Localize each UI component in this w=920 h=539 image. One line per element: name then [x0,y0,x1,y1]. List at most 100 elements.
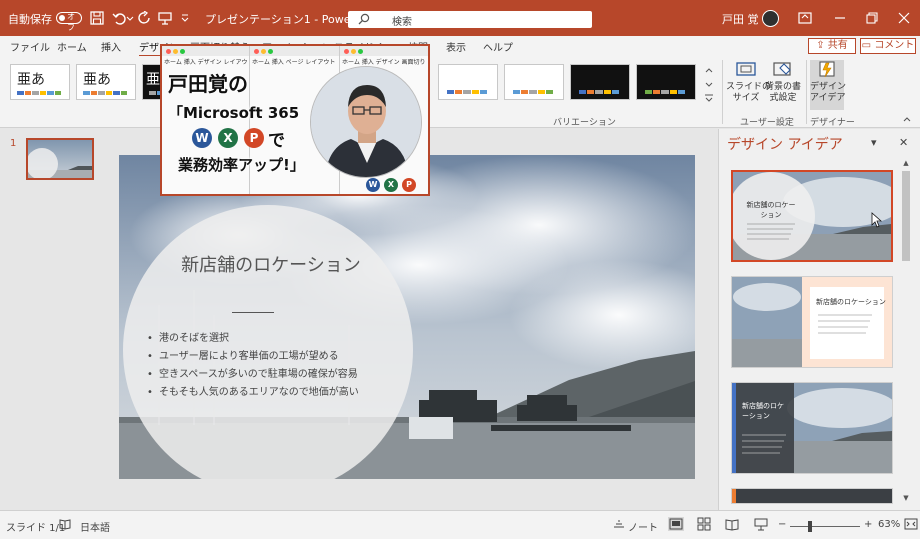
variant-color-swatch [455,90,463,94]
autosave-toggle[interactable]: オフ [56,12,82,32]
slide-thumbnail[interactable] [26,138,94,180]
designer-group-label: デザイナー [810,118,855,128]
accessibility-icon[interactable] [58,517,72,531]
mini-window-titlebar [250,46,339,56]
tab-file[interactable]: ファイル [10,39,50,54]
zoom-slider-thumb[interactable] [808,521,812,532]
format-background-icon [773,62,791,76]
mini-window-titlebar [162,46,249,56]
pane-scrollbar[interactable]: ▲ ▼ [901,159,911,504]
format-background-button[interactable]: 背景の書 式設定 [764,60,802,110]
restore-icon[interactable] [864,10,880,26]
variant-color-swatch [579,90,587,94]
design-idea-image [732,489,892,503]
theme-color-swatch [24,91,31,95]
variant-color-swatch [661,90,669,94]
language[interactable]: 日本語 [80,519,110,534]
slide-sorter-icon[interactable] [697,517,711,531]
scroll-thumb[interactable] [902,171,910,261]
share-icon: ⇪ [816,40,828,51]
design-ideas-icon [819,61,835,78]
theme-colors [83,91,127,95]
fit-to-window-icon[interactable] [904,517,918,531]
theme-name: 亜あ [17,72,45,88]
redo-icon[interactable] [138,11,152,25]
mini-window-titlebar [340,46,428,56]
pane-options-icon[interactable]: ▾ [871,136,877,149]
zoom-out-icon[interactable]: − [778,519,786,530]
collapse-ribbon-icon[interactable] [902,114,912,124]
variant-thumb-2[interactable] [504,64,564,100]
mini-window-dot [358,49,363,54]
variants-scroll-icon[interactable] [703,64,715,102]
mini-window-dot [261,49,266,54]
undo-icon[interactable] [112,11,126,25]
user-name[interactable]: 戸田 覚 [722,11,759,27]
design-ideas-button[interactable]: デザイン アイデア [810,60,846,110]
design-idea-4[interactable] [731,488,893,504]
theme-color-swatch [17,91,24,95]
save-icon[interactable] [90,11,104,25]
design-idea-text: 新店舗のロケーション [746,201,796,219]
variant-color-swatch [545,90,554,94]
zoom-level[interactable]: 63% [878,519,900,530]
tab-insert[interactable]: 挿入 [101,39,121,54]
slide-title[interactable]: 新店舗のロケーション [171,253,371,278]
theme-thumb-2[interactable]: 亜あ [76,64,136,100]
variant-thumb-1[interactable] [438,64,498,100]
design-idea-3[interactable]: 新店舗のロケーション [731,382,893,474]
mini-window-tabs: ホーム 挿入 デザイン 画面切り [342,59,426,66]
pane-title: デザイン アイデア [727,137,843,153]
theme-colors [17,91,61,95]
variant-thumb-3[interactable] [570,64,630,100]
theme-color-swatch [54,91,61,95]
theme-color-swatch [39,91,46,95]
undo-dropdown-icon[interactable] [126,11,134,25]
mini-window-dot [254,49,259,54]
reading-view-icon[interactable] [725,517,739,531]
avatar[interactable] [762,10,779,27]
mini-window-dot [166,49,171,54]
ribbon-display-options-icon[interactable] [797,10,813,26]
search-box[interactable]: 検索 [348,11,592,28]
theme-color-swatch [90,91,97,95]
comment-button[interactable]: ▭ コメント [860,38,916,54]
theme-thumb-1[interactable]: 亜あ [10,64,70,100]
tab-view[interactable]: 表示 [446,39,466,54]
design-idea-text: 新店舗のロケーション [816,298,886,306]
pane-close-icon[interactable]: ✕ [899,136,908,149]
mini-window-tabs: ホーム 挿入 ページ レイアウト [252,59,336,66]
variant-color-swatch [513,90,521,94]
zoom-slider[interactable] [790,526,860,527]
mouse-cursor-icon [871,212,883,228]
author-portrait [310,66,422,178]
slide-canvas[interactable]: 新店舗のロケーション 港のそばを選択 ユーザー層により客単価の工場が望める 空き… [119,155,695,479]
normal-view-icon[interactable] [668,517,684,531]
bullet-list[interactable]: 港のそばを選択 ユーザー層により客単価の工場が望める 空きスペースが多いので駐車… [147,333,367,405]
slide-size-button[interactable]: スライドの サイズ [726,60,771,110]
title-bar: 自動保存 オフ プレゼンテーション1 - PowerPoint 検索 戸田 覚 [0,0,920,36]
notes-button[interactable]: ノート [628,519,658,534]
design-idea-2[interactable]: 新店舗のロケーション [731,276,893,368]
start-from-beginning-icon[interactable] [158,11,172,25]
theme-color-swatch [120,91,127,95]
variant-color-swatch [471,90,479,94]
ribbon: 亜あ 亜あ 亜 バリエーション スライドの サイズ 背景の書 式設定 ユーザー設… [0,56,920,128]
close-icon[interactable] [896,10,912,26]
scroll-up-icon[interactable]: ▲ [901,159,911,169]
zoom-in-icon[interactable]: + [864,519,872,530]
minimize-icon[interactable] [832,10,848,26]
theme-color-swatch [83,91,90,95]
tab-home[interactable]: ホーム [57,39,87,54]
scroll-down-icon[interactable]: ▼ [901,494,911,504]
share-button[interactable]: ⇪ 共有 [808,38,856,54]
design-idea-1[interactable]: 新店舗のロケーション [731,170,893,262]
theme-thumb-3[interactable]: 亜 [142,64,193,100]
customize-toolbar-icon[interactable] [180,11,190,25]
tab-help[interactable]: ヘルプ [483,39,513,54]
variant-thumb-4[interactable] [636,64,696,100]
slide-size-icon [736,62,756,76]
slideshow-icon[interactable] [754,517,768,531]
design-idea-image [732,383,892,473]
share-label: 共有 [827,40,848,51]
